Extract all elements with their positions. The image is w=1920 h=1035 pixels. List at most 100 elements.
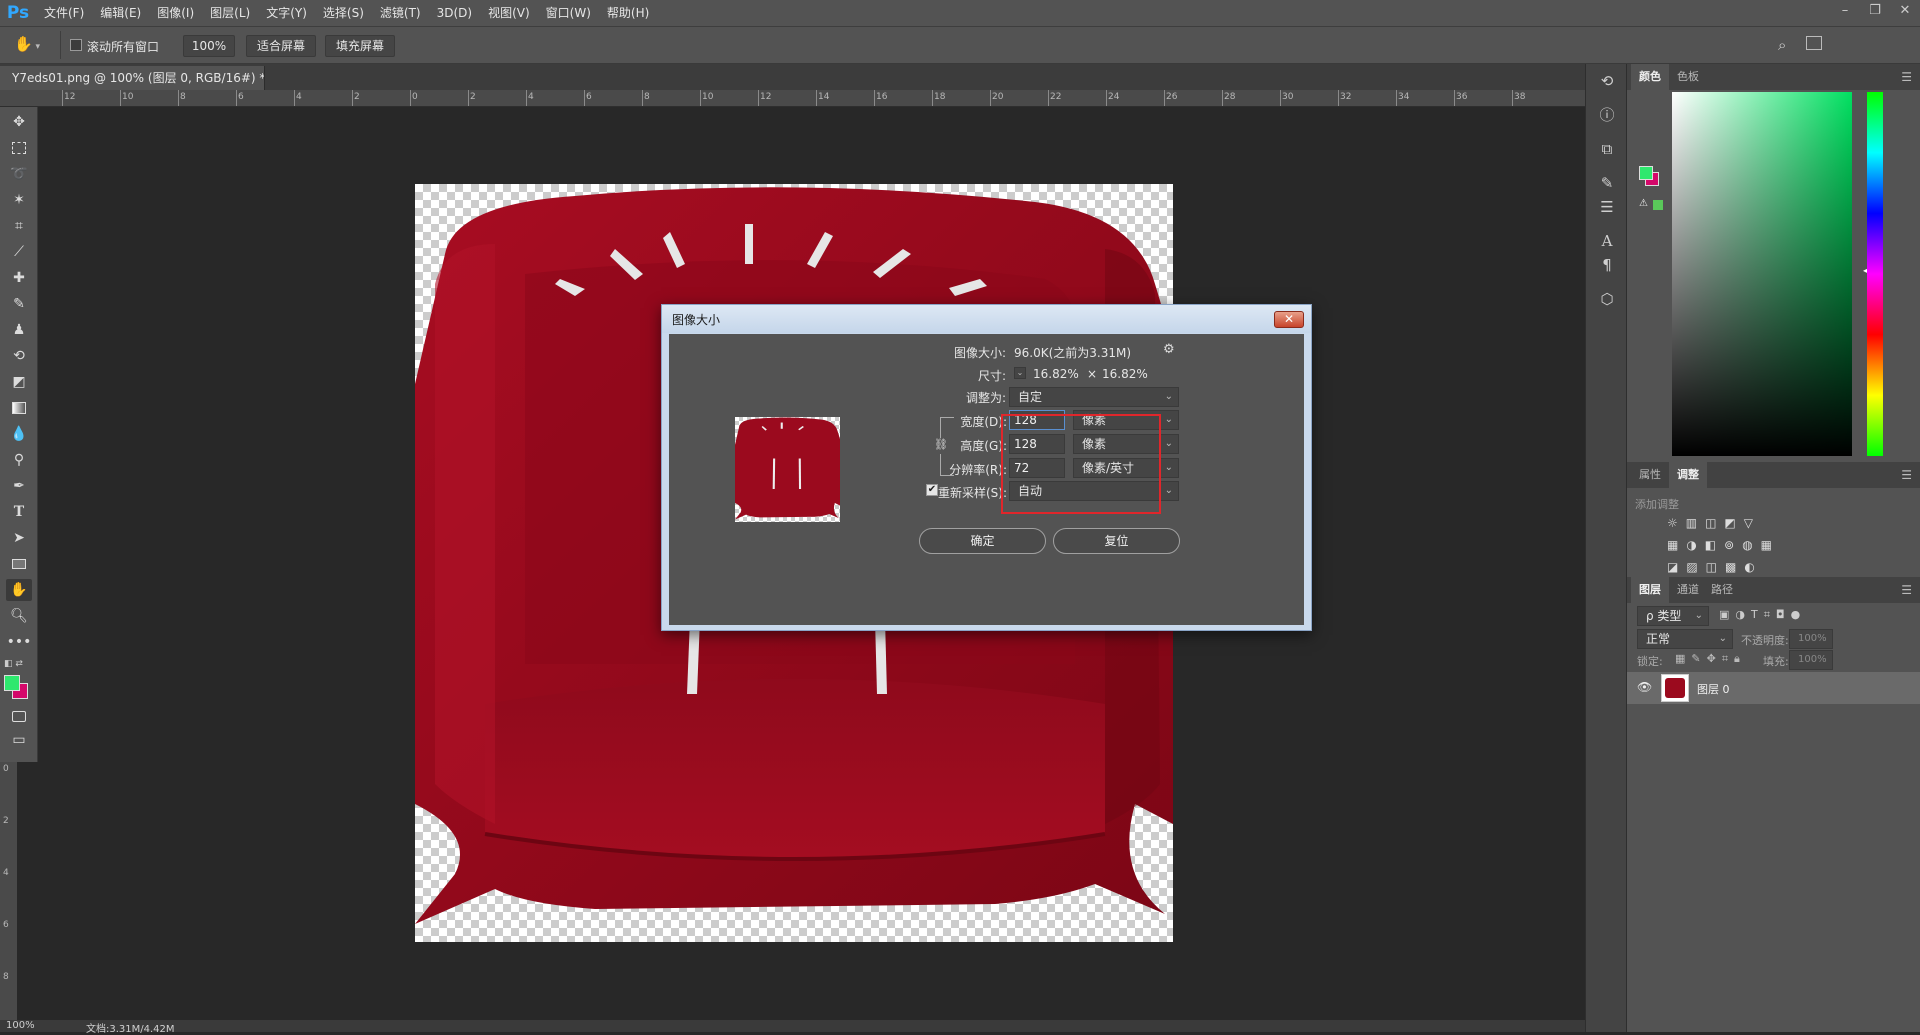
status-zoom[interactable]: 100% <box>6 1020 35 1031</box>
tab-properties[interactable]: 属性 <box>1631 462 1669 488</box>
eyedropper-tool-icon[interactable]: ⟋ <box>6 241 32 263</box>
minimize-button[interactable]: – <box>1830 0 1860 22</box>
menu-select[interactable]: 选择(S) <box>315 0 372 26</box>
lock-icons[interactable]: ▦✎✥⌗🔒︎ <box>1675 652 1746 666</box>
menu-layer[interactable]: 图层(L) <box>202 0 258 26</box>
ruler-tick <box>62 90 63 106</box>
default-colors-icon[interactable]: ◧ ⇄ <box>4 659 23 669</box>
pen-tool-icon[interactable]: ✒ <box>6 475 32 497</box>
hue-slider-handle[interactable]: ◂ <box>1863 266 1867 275</box>
ruler-tick-label: 22 <box>1050 92 1062 102</box>
marquee-tool-icon[interactable] <box>6 137 32 159</box>
path-selection-tool-icon[interactable]: ➤ <box>6 527 32 549</box>
document-tab[interactable]: Y7eds01.png @ 100% (图层 0, RGB/16#) * × <box>0 66 265 90</box>
reset-button[interactable]: 复位 <box>1053 528 1180 554</box>
info-icon[interactable]: ⓘ <box>1596 104 1618 126</box>
tab-layers[interactable]: 图层 <box>1631 577 1669 603</box>
workspace-icon[interactable] <box>1806 36 1822 50</box>
close-window-button[interactable]: ✕ <box>1890 0 1920 22</box>
tab-swatches[interactable]: 色板 <box>1669 64 1707 90</box>
hue-slider[interactable] <box>1867 92 1883 456</box>
gear-icon[interactable]: ⚙ <box>1163 342 1175 357</box>
healing-brush-tool-icon[interactable]: ✚ <box>6 267 32 289</box>
layer-name[interactable]: 图层 0 <box>1697 681 1730 697</box>
history-brush-tool-icon[interactable]: ⟲ <box>6 345 32 367</box>
ruler-corner <box>0 90 38 107</box>
fill-input[interactable]: 100% <box>1789 650 1833 670</box>
scroll-all-windows-checkbox[interactable] <box>70 39 82 51</box>
menu-type[interactable]: 文字(Y) <box>258 0 315 26</box>
hand-tool-icon[interactable]: ✋ <box>6 579 32 601</box>
tab-adjustments[interactable]: 调整 <box>1669 462 1707 488</box>
restore-button[interactable]: ❐ <box>1860 0 1890 22</box>
dimensions-unit-dropdown[interactable]: ⌄ <box>1014 367 1026 379</box>
menu-help[interactable]: 帮助(H) <box>599 0 657 26</box>
character-icon[interactable]: A <box>1596 230 1618 252</box>
brush-settings-icon[interactable]: ✎ <box>1596 172 1618 194</box>
layer-row[interactable]: 👁︎ 图层 0 <box>1627 672 1920 704</box>
type-tool-icon[interactable]: T <box>6 501 32 523</box>
close-icon[interactable]: ✕ <box>1274 311 1304 328</box>
menu-3d[interactable]: 3D(D) <box>429 0 480 26</box>
magic-wand-tool-icon[interactable]: ✶ <box>6 189 32 211</box>
screen-mode-icon[interactable]: ▭ <box>6 729 32 751</box>
menu-file[interactable]: 文件(F) <box>36 0 92 26</box>
menu-window[interactable]: 窗口(W) <box>538 0 599 26</box>
more-tools-icon[interactable]: ••• <box>6 631 32 653</box>
brush-tool-icon[interactable]: ✎ <box>6 293 32 315</box>
rectangle-tool-icon[interactable] <box>6 553 32 575</box>
status-doc-size[interactable]: 文档:3.31M/4.42M <box>86 1020 175 1035</box>
clone-source-icon[interactable]: ⧉ <box>1596 138 1618 160</box>
ok-button[interactable]: 确定 <box>919 528 1046 554</box>
tab-color[interactable]: 颜色 <box>1631 64 1669 90</box>
adjustment-icons[interactable]: ☼▥◫◩▽ ▦◑◧⊚◍▦ ◪▨◫▩◐ <box>1667 512 1867 578</box>
lasso-tool-icon[interactable]: ➰ <box>6 163 32 185</box>
dialog-titlebar[interactable]: 图像大小 ✕ <box>662 305 1311 333</box>
menu-image[interactable]: 图像(I) <box>149 0 202 26</box>
blur-tool-icon[interactable]: 💧 <box>6 423 32 445</box>
zoom-tool-icon[interactable]: 🔍︎ <box>6 605 32 627</box>
crop-tool-icon[interactable]: ⌗ <box>6 215 32 237</box>
layer-filter-icons[interactable]: ▣◑T⌗◘● <box>1719 608 1806 622</box>
ruler-tick <box>1106 90 1107 106</box>
search-icon[interactable]: ⌕ <box>1778 36 1786 54</box>
panel-menu-icon[interactable]: ☰ <box>1901 583 1912 597</box>
panel-dock-icons: ⟲ ⓘ ⧉ ✎ ☰ A ¶ ⬡ <box>1585 64 1627 1032</box>
ruler-tick-label: 8 <box>644 92 650 102</box>
tool-preset-picker[interactable]: ✋ ▾ <box>14 35 54 57</box>
panel-menu-icon[interactable]: ☰ <box>1901 70 1912 84</box>
fit-to-select[interactable]: 自定 ⌄ <box>1009 387 1179 407</box>
opacity-input[interactable]: 100% <box>1789 629 1833 649</box>
history-icon[interactable]: ⟲ <box>1596 70 1618 92</box>
foreground-color-swatch[interactable] <box>4 675 20 691</box>
menu-view[interactable]: 视图(V) <box>480 0 538 26</box>
blend-mode-select[interactable]: 正常 ⌄ <box>1637 629 1733 649</box>
dodge-tool-icon[interactable]: ⚲ <box>6 449 32 471</box>
tab-paths[interactable]: 路径 <box>1703 577 1741 603</box>
menu-edit[interactable]: 编辑(E) <box>92 0 149 26</box>
move-tool-icon[interactable]: ✥ <box>6 111 32 133</box>
eraser-tool-icon[interactable]: ◩ <box>6 371 32 393</box>
paragraph-icon[interactable]: ¶ <box>1596 254 1618 276</box>
fill-screen-button[interactable]: 填充屏幕 <box>325 35 395 57</box>
adjustments-sliders-icon[interactable]: ☰ <box>1596 196 1618 218</box>
options-bar: ✋ ▾ 滚动所有窗口 100% 适合屏幕 填充屏幕 ⌕ <box>0 26 1920 64</box>
layer-visibility-eye-icon[interactable]: 👁︎ <box>1637 680 1652 694</box>
image-preview[interactable] <box>735 417 840 522</box>
web-safe-swatch[interactable] <box>1653 200 1663 210</box>
layer-filter-kind[interactable]: ρ 类型 ⌄ <box>1637 606 1709 626</box>
color-field[interactable] <box>1672 92 1852 456</box>
clone-stamp-tool-icon[interactable]: ♟ <box>6 319 32 341</box>
constrain-proportions-link-icon[interactable]: ⛓ <box>934 438 948 454</box>
menu-filter[interactable]: 滤镜(T) <box>372 0 429 26</box>
gamut-warning-icon[interactable]: ⚠ <box>1639 198 1648 209</box>
quick-mask-icon[interactable] <box>6 705 32 727</box>
3d-cube-icon[interactable]: ⬡ <box>1596 288 1618 310</box>
foreground-color-swatch[interactable] <box>1639 166 1653 180</box>
ruler-tick <box>816 90 817 106</box>
panel-menu-icon[interactable]: ☰ <box>1901 468 1912 482</box>
fit-screen-button[interactable]: 适合屏幕 <box>246 35 316 57</box>
gradient-tool-icon[interactable] <box>6 397 32 419</box>
zoom-percent-button[interactable]: 100% <box>183 35 235 57</box>
tab-channels[interactable]: 通道 <box>1669 577 1707 603</box>
